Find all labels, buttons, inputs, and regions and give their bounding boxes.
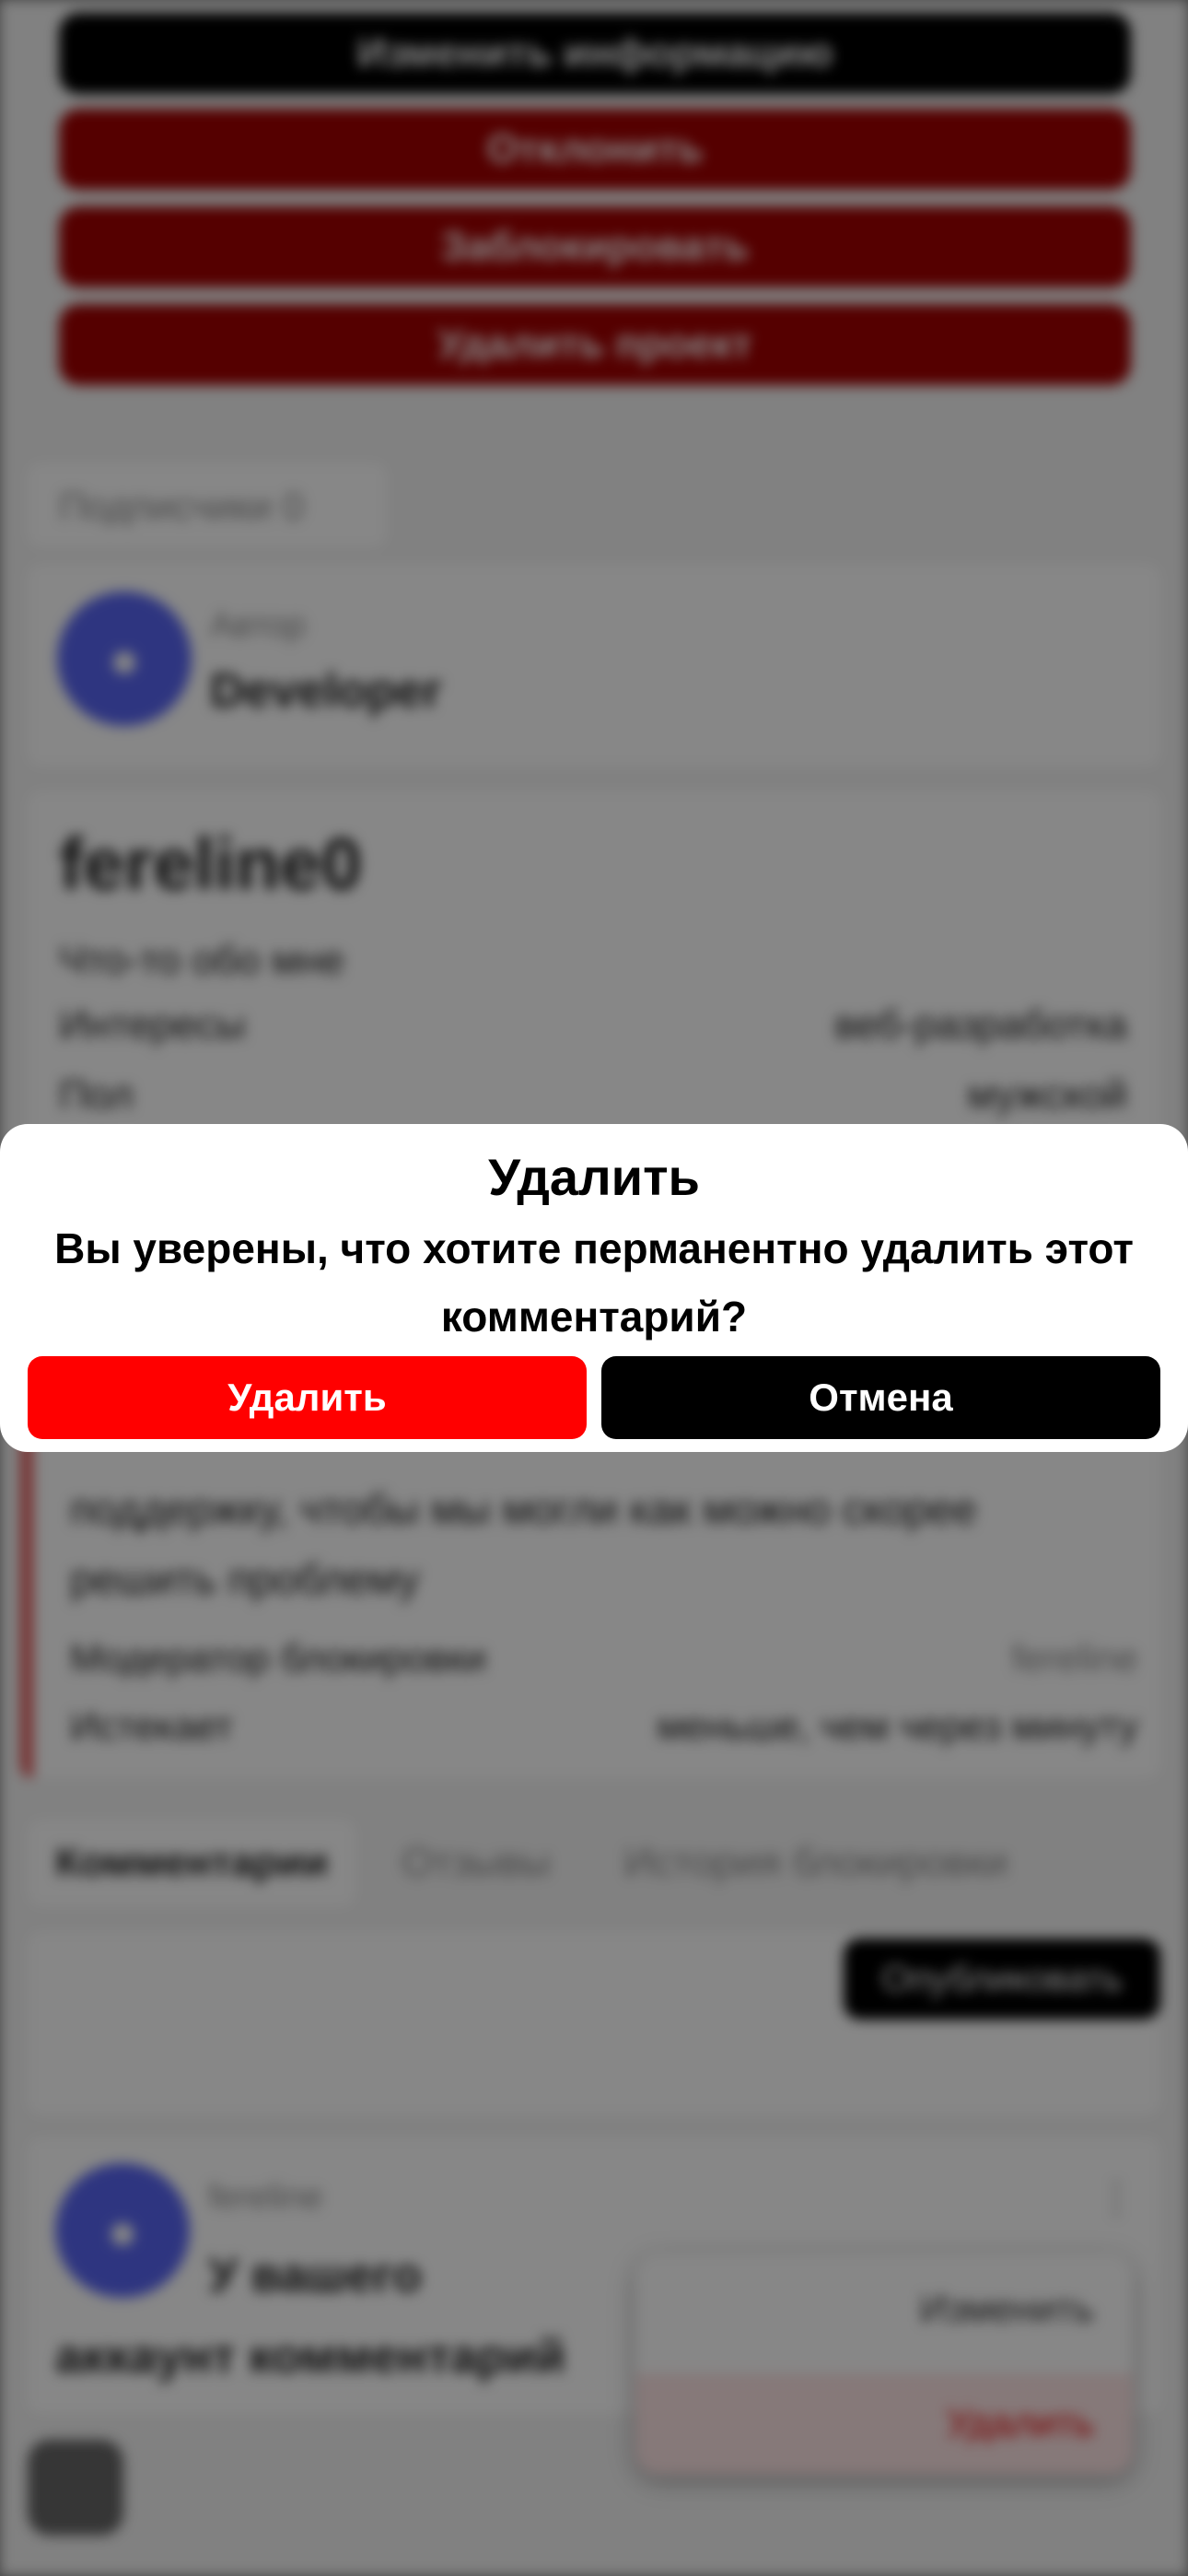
dialog-message: Вы уверены, что хотите перманентно удали… — [54, 1224, 1134, 1341]
dialog-title: Удалить — [488, 1148, 700, 1206]
cancel-button[interactable]: Отмена — [601, 1356, 1160, 1439]
delete-confirm-dialog: Удалить Вы уверены, что хотите перманент… — [0, 1124, 1188, 1452]
confirm-delete-button[interactable]: Удалить — [28, 1356, 587, 1439]
dialog-actions: Удалить Отмена — [28, 1356, 1160, 1439]
